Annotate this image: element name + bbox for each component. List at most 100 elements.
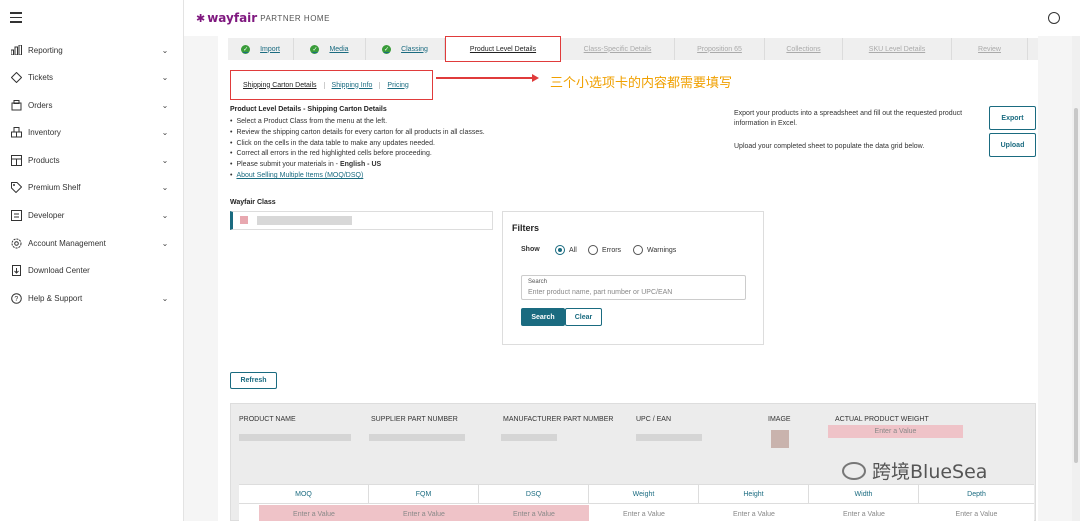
sidebar-item-developer[interactable]: Developer ⌄ [0,205,184,225]
subtab-shipping-carton-details[interactable]: Shipping Carton Details [243,81,325,89]
chevron-down-icon[interactable]: ⌄ [158,73,172,82]
filters-title: Filters [512,223,540,233]
bar-chart-icon [10,44,22,56]
carton-subtable: MOQ FQM DSQ Weight Height Width Depth En… [239,484,1034,521]
sidebar-item-account-management[interactable]: Account Management ⌄ [0,233,184,253]
moq-cell[interactable]: Enter a Value [259,505,369,521]
chevron-down-icon[interactable]: ⌄ [158,128,172,137]
subtab-pricing[interactable]: Pricing [380,82,415,89]
instruction-item: Review the shipping carton details for e… [230,128,690,139]
radio-errors[interactable]: Errors [588,245,621,255]
wechat-icon [842,461,866,480]
step-proposition-65[interactable]: Proposition 65 [675,38,765,60]
fqm-cell[interactable]: Enter a Value [369,505,479,521]
chevron-down-icon[interactable]: ⌄ [158,239,172,248]
sidebar-item-download-center[interactable]: Download Center [0,260,184,280]
col-product-name: PRODUCT NAME [239,416,296,423]
sidebar-item-label: Tickets [28,72,54,82]
help-icon: ? [10,292,22,304]
export-button[interactable]: Export [989,106,1036,130]
step-review[interactable]: Review [952,38,1028,60]
sidebar-item-label: Products [28,155,60,165]
sidebar-item-label: Download Center [28,265,90,275]
sidebar-item-orders[interactable]: Orders ⌄ [0,95,184,115]
hamburger-menu-icon[interactable] [10,12,22,23]
chevron-down-icon[interactable]: ⌄ [158,46,172,55]
chevron-down-icon[interactable]: ⌄ [158,183,172,192]
instructions: Product Level Details - Shipping Carton … [230,106,690,182]
radio-warnings[interactable]: Warnings [633,245,676,255]
sidebar-item-inventory[interactable]: Inventory ⌄ [0,122,184,142]
filters-panel: Filters Show All Errors Warnings Search … [502,211,764,345]
step-import[interactable]: ✓ Import [228,38,294,60]
height-value-cell[interactable]: Enter a Value [699,505,809,521]
col-manufacturer-part-number: MANUFACTURER PART NUMBER [503,416,614,423]
moq-dsq-link[interactable]: About Selling Multiple Items (MOQ/DSQ) [236,172,363,179]
chevron-down-icon[interactable]: ⌄ [158,211,172,220]
sidebar-item-label: Account Management [28,238,106,248]
annotation-text: 三个小选项卡的内容都需要填写 [550,76,733,91]
radio-selected-icon [555,245,565,255]
redacted-class-name [257,216,352,225]
user-account-icon[interactable] [1048,12,1060,24]
dsq-cell[interactable]: Enter a Value [479,505,589,521]
col-height: Height [699,485,809,504]
depth-value-cell[interactable]: Enter a Value [919,505,1034,521]
chevron-down-icon[interactable]: ⌄ [158,101,172,110]
product-thumbnail[interactable] [771,430,789,448]
wayfair-logo[interactable]: ✱ wayfair PARTNER HOME [196,11,330,25]
download-icon [10,264,22,276]
refresh-button[interactable]: Refresh [230,372,277,389]
step-sku-level-details[interactable]: SKU Level Details [843,38,952,60]
step-media[interactable]: ✓ Media [294,38,366,60]
col-moq: MOQ [239,485,369,504]
watermark: 跨境BlueSea [842,457,987,484]
check-icon: ✓ [310,44,320,54]
annotation-arrowhead [532,74,539,82]
weight-value-cell[interactable]: Enter a Value [589,505,699,521]
sidebar-item-products[interactable]: Products ⌄ [0,150,184,170]
redacted-upc [636,434,702,441]
col-fqm: FQM [369,485,479,504]
col-image: IMAGE [768,416,791,423]
gear-icon [10,237,22,249]
redacted-manufacturer-part [501,434,557,441]
wayfair-star-icon: ✱ [196,12,206,25]
redacted-supplier-part [369,434,465,441]
sidebar-item-tickets[interactable]: Tickets ⌄ [0,67,184,87]
clear-button[interactable]: Clear [565,308,602,326]
step-collections[interactable]: Collections [765,38,843,60]
step-product-level-details[interactable]: Product Level Details [445,36,561,62]
sidebar-item-label: Premium Shelf [28,182,81,192]
scrollbar[interactable] [1072,36,1080,521]
search-button[interactable]: Search [521,308,565,326]
subtab-shipping-info[interactable]: Shipping Info [325,81,381,89]
sidebar-item-help-support[interactable]: ? Help & Support ⌄ [0,288,184,308]
radio-all[interactable]: All [555,245,577,255]
svg-text:?: ? [14,296,18,303]
instructions-title: Product Level Details - Shipping Carton … [230,106,387,113]
step-classing[interactable]: ✓ Classing [366,38,445,60]
chevron-down-icon[interactable]: ⌄ [158,156,172,165]
col-width: Width [809,485,919,504]
sidebar-item-label: Orders [28,100,53,110]
wayfair-class-item[interactable] [230,211,493,230]
check-icon: ✓ [382,44,392,54]
radio-icon [588,245,598,255]
main-area: ✓ Import ✓ Media ✓ Classing Product Level D… [184,36,1080,521]
chevron-down-icon[interactable]: ⌄ [158,294,172,303]
sidebar-item-premium-shelf[interactable]: Premium Shelf ⌄ [0,177,184,197]
sidebar-item-label: Developer [28,210,65,220]
show-label: Show [521,246,540,253]
scrollbar-thumb[interactable] [1074,108,1078,463]
code-icon [10,209,22,221]
upload-button[interactable]: Upload [989,133,1036,157]
col-upc-ean: UPC / EAN [636,416,672,423]
width-value-cell[interactable]: Enter a Value [809,505,919,521]
weight-cell[interactable]: Enter a Value [828,425,963,438]
wayfair-class-label: Wayfair Class [230,199,276,206]
content-panel: ✓ Import ✓ Media ✓ Classing Product Level D… [218,36,1038,521]
search-input[interactable]: Search Enter product name, part number o… [521,275,746,300]
sidebar-item-reporting[interactable]: Reporting ⌄ [0,40,184,60]
step-class-specific-details[interactable]: Class-Specific Details [561,38,675,60]
